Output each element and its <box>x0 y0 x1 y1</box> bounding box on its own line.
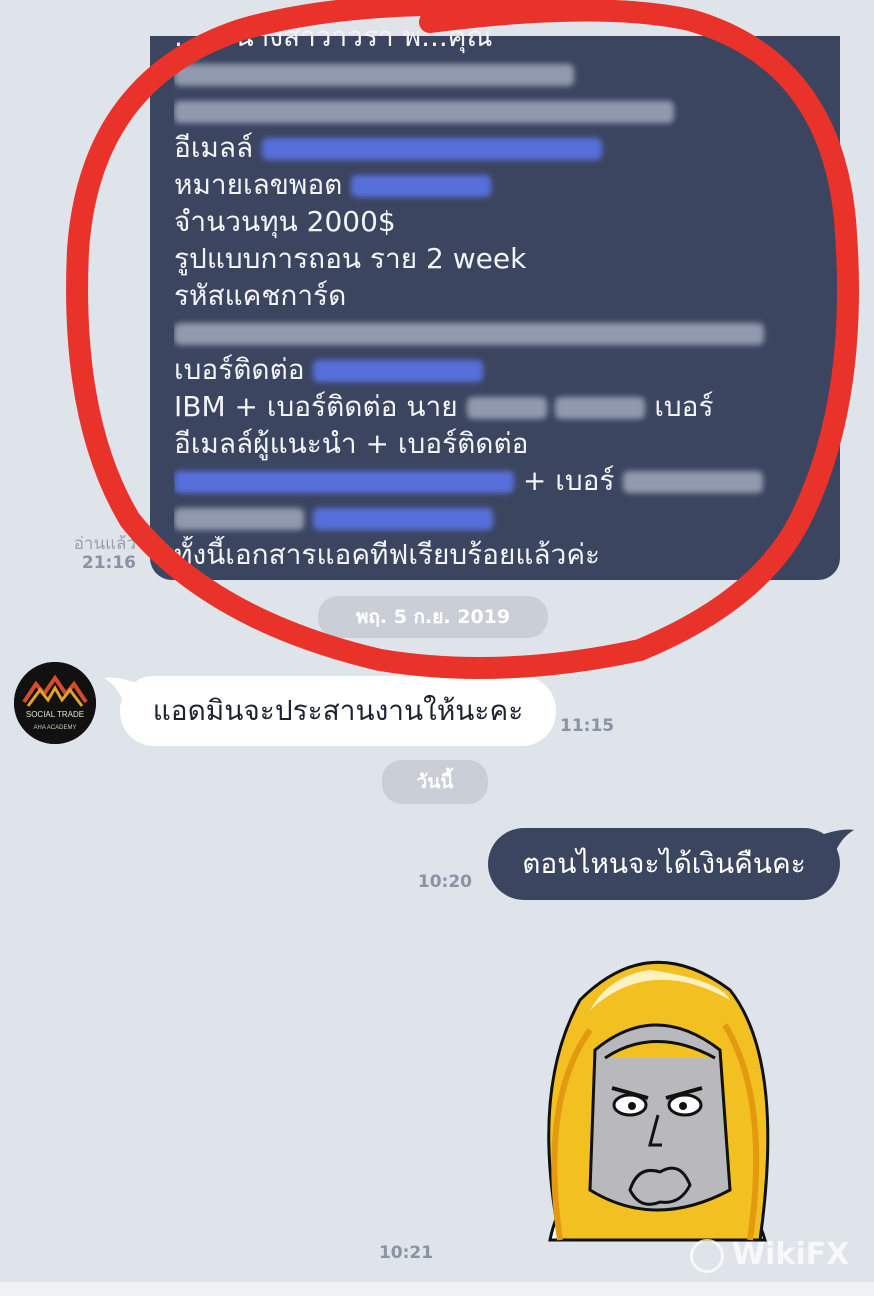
message-line-phone: เบอร์ติดต่อ <box>174 351 816 388</box>
redacted-email-link[interactable] <box>262 138 603 160</box>
watermark-icon <box>690 1238 724 1273</box>
received-message[interactable]: แอดมินจะประสานงานให้นะคะ <box>120 676 556 746</box>
chat-view: ...ุณ นางสาวาวรา พ...คุณ อีเมลล์ หมายเลข… <box>0 0 874 1296</box>
message-line-cashcard: รหัสแคชการ์ด <box>174 279 347 312</box>
message-line-redacted <box>174 55 816 92</box>
message-line-ibm: IBM + เบอร์ติดต่อ นาย เบอร์ <box>174 390 714 423</box>
message-line-redacted <box>174 92 816 129</box>
message-timestamp: 10:20 <box>417 872 472 892</box>
angry-girl-sticker[interactable] <box>520 940 790 1246</box>
date-separator-today: วันนี้ <box>382 760 488 804</box>
bottom-bar <box>0 1282 874 1296</box>
message-line-passport: หมายเลขพอต <box>174 166 816 203</box>
redacted-passport-number <box>351 175 492 197</box>
redacted-referrer-email[interactable] <box>174 471 514 493</box>
message-line-referrer-contact: + เบอร์ <box>174 462 816 499</box>
message-line-capital: จำนวนทุน 2000$ <box>174 205 396 238</box>
sent-message[interactable]: ตอนไหนจะได้เงินคืนคะ <box>488 828 840 900</box>
message-timestamp: 11:15 <box>560 716 615 736</box>
message-line-email: อีเมลล์ <box>174 129 816 166</box>
message-timestamp: 10:21 <box>378 1243 434 1263</box>
watermark: WikiFX <box>690 1230 870 1280</box>
message-line-withdrawal: รูปแบบการถอน ราย 2 week <box>174 242 527 275</box>
message-line-referrer: อีเมลล์ผู้แนะนำ + เบอร์ติดต่อ <box>174 427 529 460</box>
date-separator: พฤ. 5 ก.ย. 2019 <box>318 596 548 638</box>
sender-avatar[interactable]: SOCIAL TRADE AHA ACADEMY <box>14 662 96 744</box>
message-line-redacted <box>174 499 816 536</box>
message-line: ...ุณ นางสาวาวรา พ...คุณ <box>174 20 493 53</box>
sent-message-registration-details[interactable]: ...ุณ นางสาวาวรา พ...คุณ อีเมลล์ หมายเลข… <box>150 20 840 580</box>
redacted-phone-link[interactable] <box>313 360 484 382</box>
message-timestamp: 21:16 <box>81 553 136 573</box>
social-trade-logo: SOCIAL TRADE AHA ACADEMY <box>14 662 96 744</box>
svg-text:SOCIAL TRADE: SOCIAL TRADE <box>26 710 84 719</box>
message-line-redacted <box>174 314 816 351</box>
message-line-confirmation: ทั้งนี้เอกสารแอคทีฟเรียบร้อยแล้วค่ะ <box>174 538 601 571</box>
svg-text:AHA ACADEMY: AHA ACADEMY <box>33 725 76 731</box>
